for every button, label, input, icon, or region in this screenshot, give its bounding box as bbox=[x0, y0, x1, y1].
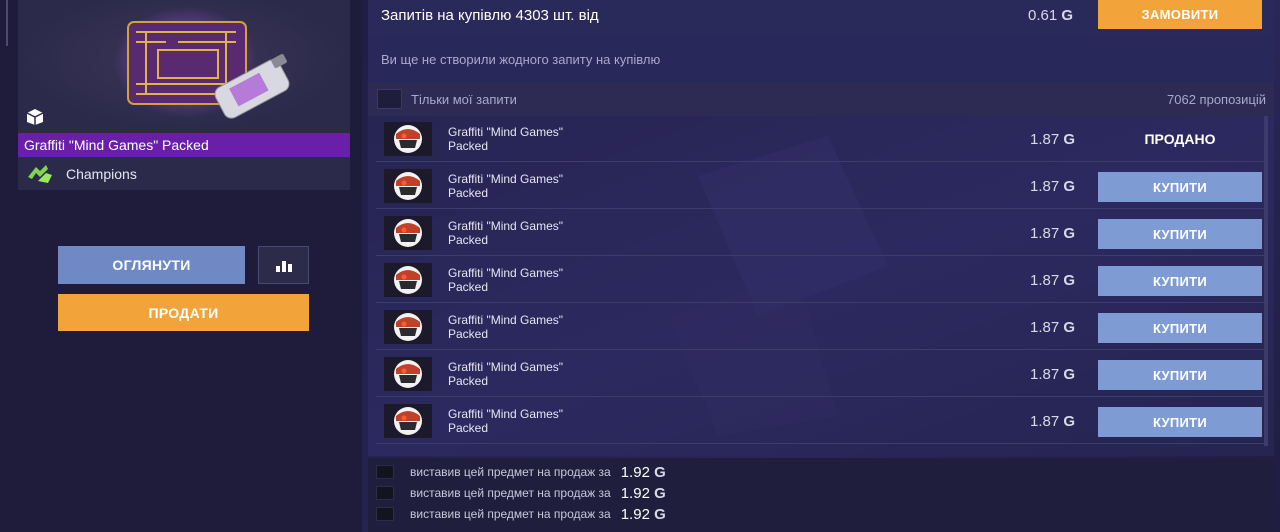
gold-coin-icon: G bbox=[1063, 366, 1076, 383]
stats-button[interactable] bbox=[258, 246, 309, 284]
item-thumbnail bbox=[384, 263, 432, 297]
buy-button[interactable]: КУПИТИ bbox=[1098, 172, 1262, 202]
mind-games-graffiti-image bbox=[114, 6, 290, 119]
history-text: виставив цей предмет на продаж за bbox=[410, 486, 611, 500]
item-name: Graffiti "Mind Games" Packed bbox=[18, 133, 350, 157]
sell-button[interactable]: ПРОДАТИ bbox=[58, 294, 309, 331]
history-price: 1.92 G bbox=[620, 505, 666, 523]
only-my-orders-label: Тільки мої запити bbox=[411, 91, 517, 107]
place-order-button[interactable]: ЗАМОВИТИ bbox=[1098, 0, 1262, 29]
listing-price: 1.87 G bbox=[1030, 413, 1076, 430]
gold-coin-icon: G bbox=[1061, 7, 1074, 24]
buy-order-price: 0.61 G bbox=[1028, 7, 1074, 24]
listing-row: Graffiti "Mind Games" Packed 1.87 G КУПИТИ bbox=[376, 210, 1266, 256]
history-text: виставив цей предмет на продаж за bbox=[410, 465, 611, 479]
item-thumbnail bbox=[384, 310, 432, 344]
gold-coin-icon: G bbox=[1063, 413, 1076, 430]
listing-price: 1.87 G bbox=[1030, 225, 1076, 242]
item-card: Graffiti "Mind Games" Packed Champions bbox=[18, 0, 350, 190]
gold-coin-icon: G bbox=[654, 463, 666, 481]
listing-price: 1.87 G bbox=[1030, 131, 1076, 148]
listing-item-name: Graffiti "Mind Games" Packed bbox=[448, 172, 563, 200]
champions-icon bbox=[28, 165, 52, 183]
gold-coin-icon: G bbox=[1063, 272, 1076, 289]
listing-row: Graffiti "Mind Games" Packed 1.87 G КУПИТИ bbox=[376, 351, 1266, 397]
market-panel: Запитів на купівлю 4303 шт. від 0.61 G З… bbox=[368, 0, 1274, 532]
listing-row: Graffiti "Mind Games" Packed 1.87 G КУПИТИ bbox=[376, 163, 1266, 209]
buy-order-bar: Запитів на купівлю 4303 шт. від 0.61 G З… bbox=[368, 0, 1274, 36]
collection-row: Champions bbox=[26, 162, 137, 186]
history-entry: виставив цей предмет на продаж за 1.92 G bbox=[376, 484, 666, 502]
no-orders-message: Ви ще не створили жодного запиту на купі… bbox=[368, 36, 1274, 82]
listing-item-name: Graffiti "Mind Games" Packed bbox=[448, 407, 563, 435]
sale-history: виставив цей предмет на продаж за 1.92 Gв… bbox=[368, 458, 1274, 532]
listing-item-name: Graffiti "Mind Games" Packed bbox=[448, 125, 563, 153]
collection-label: Champions bbox=[66, 166, 137, 182]
item-thumbnail bbox=[384, 216, 432, 250]
history-entry: виставив цей предмет на продаж за 1.92 G bbox=[376, 463, 666, 481]
avatar bbox=[376, 486, 394, 500]
gold-coin-icon: G bbox=[1063, 319, 1076, 336]
buy-button[interactable]: КУПИТИ bbox=[1098, 266, 1262, 296]
item-image bbox=[18, 0, 350, 132]
gold-coin-icon: G bbox=[654, 484, 666, 502]
listing-item-name: Graffiti "Mind Games" Packed bbox=[448, 313, 563, 341]
listing-item-name: Graffiti "Mind Games" Packed bbox=[448, 266, 563, 294]
listing-row: Graffiti "Mind Games" Packed 1.87 G КУПИТИ bbox=[376, 304, 1266, 350]
only-my-orders-checkbox[interactable] bbox=[377, 89, 402, 109]
offers-list: Graffiti "Mind Games" Packed 1.87 G ПРОДАНО… bbox=[368, 116, 1274, 456]
listing-price: 1.87 G bbox=[1030, 366, 1076, 383]
gold-coin-icon: G bbox=[1063, 131, 1076, 148]
history-entry: виставив цей предмет на продаж за 1.92 G bbox=[376, 505, 666, 523]
bar-chart-icon bbox=[275, 261, 292, 272]
history-text: виставив цей предмет на продаж за bbox=[410, 507, 611, 521]
item-panel: Graffiti "Mind Games" Packed Champions О… bbox=[0, 0, 362, 532]
listing-row: Graffiti "Mind Games" Packed 1.87 G ПРОДАНО bbox=[376, 116, 1266, 162]
listing-item-name: Graffiti "Mind Games" Packed bbox=[448, 360, 563, 388]
item-thumbnail bbox=[384, 357, 432, 391]
gold-coin-icon: G bbox=[1063, 225, 1076, 242]
history-price: 1.92 G bbox=[620, 484, 666, 502]
listing-row: Graffiti "Mind Games" Packed 1.87 G КУПИТИ bbox=[376, 257, 1266, 303]
buy-button[interactable]: КУПИТИ bbox=[1098, 407, 1262, 437]
offers-count: 7062 пропозицій bbox=[1167, 91, 1266, 107]
buy-order-title: Запитів на купівлю 4303 шт. від bbox=[381, 7, 599, 24]
scroll-indicator bbox=[6, 0, 8, 46]
listing-price: 1.87 G bbox=[1030, 272, 1076, 289]
avatar bbox=[376, 465, 394, 479]
buy-button[interactable]: КУПИТИ bbox=[1098, 313, 1262, 343]
avatar bbox=[376, 507, 394, 521]
inspect-button[interactable]: ОГЛЯНУТИ bbox=[58, 246, 245, 284]
package-icon bbox=[26, 109, 44, 125]
buy-button[interactable]: КУПИТИ bbox=[1098, 219, 1262, 249]
listing-row: Graffiti "Mind Games" Packed 1.87 G КУПИТИ bbox=[376, 398, 1266, 444]
item-thumbnail bbox=[384, 404, 432, 438]
gold-coin-icon: G bbox=[654, 505, 666, 523]
listing-item-name: Graffiti "Mind Games" Packed bbox=[448, 219, 563, 247]
history-price: 1.92 G bbox=[620, 463, 666, 481]
listing-price: 1.87 G bbox=[1030, 178, 1076, 195]
listing-price: 1.87 G bbox=[1030, 319, 1076, 336]
sold-label: ПРОДАНО bbox=[1144, 131, 1216, 147]
item-thumbnail bbox=[384, 122, 432, 156]
filter-bar: Тільки мої запити 7062 пропозицій bbox=[368, 82, 1274, 116]
item-thumbnail bbox=[384, 169, 432, 203]
gold-coin-icon: G bbox=[1063, 178, 1076, 195]
buy-button[interactable]: КУПИТИ bbox=[1098, 360, 1262, 390]
